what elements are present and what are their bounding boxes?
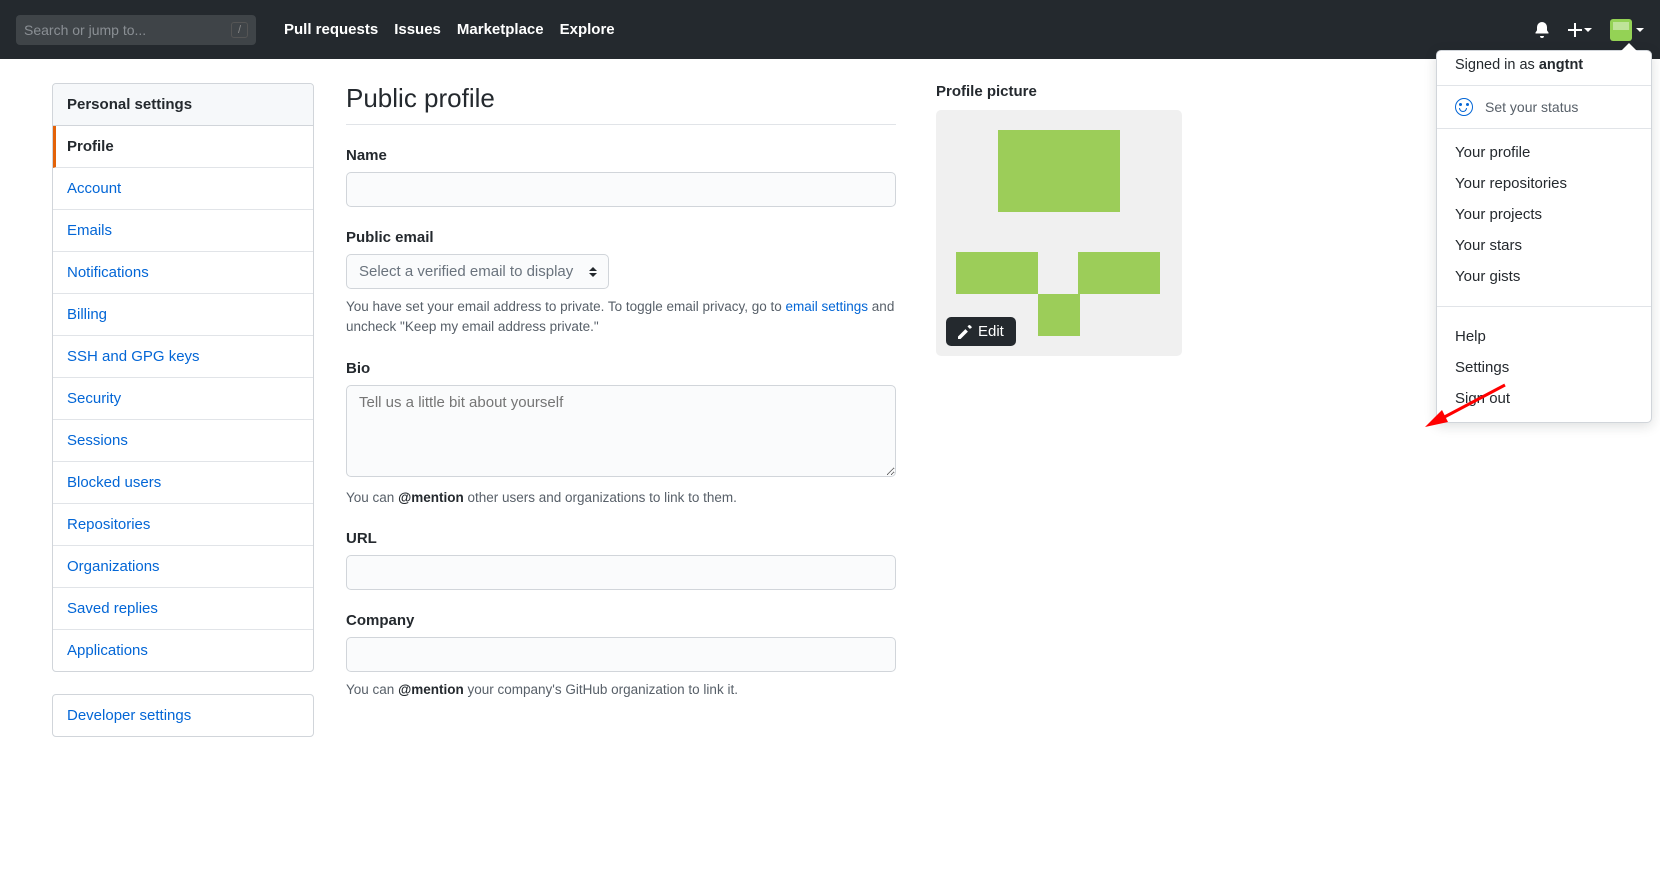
sidebar-item-applications[interactable]: Applications (53, 630, 313, 671)
main-content: Public profile Name Public email Select … (346, 83, 1608, 759)
developer-settings-menu: Developer settings (52, 694, 314, 737)
caret-down-icon (1584, 28, 1592, 32)
dropdown-your-projects[interactable]: Your projects (1437, 199, 1651, 230)
smiley-icon (1455, 98, 1473, 116)
sidebar-item-repositories[interactable]: Repositories (53, 504, 313, 546)
header-right (1534, 19, 1644, 41)
main-container: Personal settings Profile Account Emails… (0, 59, 1660, 759)
company-label: Company (346, 612, 896, 629)
email-select[interactable]: Select a verified email to display (346, 254, 609, 289)
company-hint: You can @mention your company's GitHub o… (346, 680, 896, 700)
nav-marketplace[interactable]: Marketplace (457, 21, 544, 38)
company-input[interactable] (346, 637, 896, 672)
dropdown-your-profile[interactable]: Your profile (1437, 137, 1651, 168)
sidebar-item-sessions[interactable]: Sessions (53, 420, 313, 462)
company-field: Company You can @mention your company's … (346, 612, 896, 700)
name-input[interactable] (346, 172, 896, 207)
dropdown-help[interactable]: Help (1437, 321, 1651, 352)
bio-field: Bio You can @mention other users and org… (346, 360, 896, 508)
avatar (1610, 19, 1632, 41)
email-field: Public email Select a verified email to … (346, 229, 896, 338)
dropdown-your-gists[interactable]: Your gists (1437, 261, 1651, 292)
profile-picture-label: Profile picture (936, 83, 1182, 100)
global-header: / Pull requests Issues Marketplace Explo… (0, 0, 1660, 59)
nav-issues[interactable]: Issues (394, 21, 441, 38)
sidebar-item-blocked-users[interactable]: Blocked users (53, 462, 313, 504)
nav-pull-requests[interactable]: Pull requests (284, 21, 378, 38)
profile-form: Public profile Name Public email Select … (346, 83, 896, 759)
slash-key-hint: / (231, 22, 248, 38)
dropdown-sign-out[interactable]: Sign out (1437, 383, 1651, 414)
dropdown-your-stars[interactable]: Your stars (1437, 230, 1651, 261)
search-wrap[interactable]: / (16, 15, 256, 45)
notifications-icon[interactable] (1534, 22, 1550, 38)
sidebar-item-emails[interactable]: Emails (53, 210, 313, 252)
menu-header: Personal settings (53, 84, 313, 126)
email-label: Public email (346, 229, 896, 246)
sidebar-item-account[interactable]: Account (53, 168, 313, 210)
sidebar-item-saved-replies[interactable]: Saved replies (53, 588, 313, 630)
bio-textarea[interactable] (346, 385, 896, 477)
pencil-icon (958, 325, 972, 339)
url-field: URL (346, 530, 896, 590)
profile-picture-box: Edit (936, 110, 1182, 356)
sidebar-item-ssh-keys[interactable]: SSH and GPG keys (53, 336, 313, 378)
bio-hint: You can @mention other users and organiz… (346, 488, 896, 508)
personal-settings-menu: Personal settings Profile Account Emails… (52, 83, 314, 672)
name-field: Name (346, 147, 896, 207)
nav-links: Pull requests Issues Marketplace Explore (284, 21, 615, 38)
dropdown-signed-in: Signed in as angtnt (1437, 51, 1651, 86)
page-title: Public profile (346, 83, 896, 125)
nav-explore[interactable]: Explore (560, 21, 615, 38)
sidebar-item-organizations[interactable]: Organizations (53, 546, 313, 588)
plus-icon (1568, 23, 1582, 37)
sidebar-item-billing[interactable]: Billing (53, 294, 313, 336)
email-settings-link[interactable]: email settings (786, 299, 869, 314)
dropdown-settings[interactable]: Settings (1437, 352, 1651, 383)
search-input[interactable] (24, 22, 231, 38)
email-hint: You have set your email address to priva… (346, 297, 896, 338)
profile-picture-section: Profile picture Edit (936, 83, 1182, 759)
sidebar-item-developer-settings[interactable]: Developer settings (53, 695, 313, 736)
create-new-menu[interactable] (1568, 23, 1592, 37)
sidebar-item-notifications[interactable]: Notifications (53, 252, 313, 294)
bio-label: Bio (346, 360, 896, 377)
edit-picture-button[interactable]: Edit (946, 317, 1016, 346)
dropdown-your-repositories[interactable]: Your repositories (1437, 168, 1651, 199)
url-input[interactable] (346, 555, 896, 590)
sidebar-item-security[interactable]: Security (53, 378, 313, 420)
url-label: URL (346, 530, 896, 547)
dropdown-set-status[interactable]: Set your status (1437, 86, 1651, 129)
user-dropdown-menu: Signed in as angtnt Set your status Your… (1436, 50, 1652, 423)
settings-sidebar: Personal settings Profile Account Emails… (52, 83, 314, 759)
sidebar-item-profile[interactable]: Profile (53, 126, 313, 168)
user-menu-trigger[interactable] (1610, 19, 1644, 41)
caret-down-icon (1636, 28, 1644, 32)
dropdown-divider (1437, 306, 1651, 307)
name-label: Name (346, 147, 896, 164)
